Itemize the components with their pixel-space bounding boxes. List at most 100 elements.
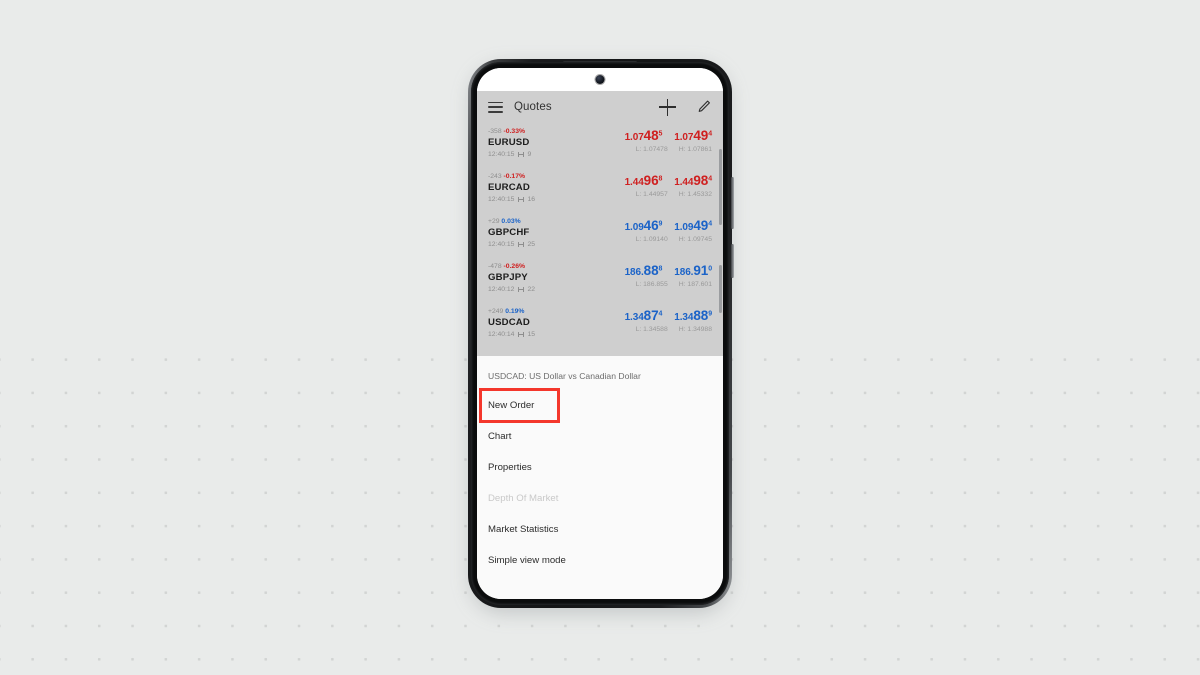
quote-symbol: GBPCHF	[488, 227, 530, 238]
quote-change: -478 -0.26%	[488, 262, 535, 271]
menu-item-new-order[interactable]: New Order	[479, 388, 560, 423]
quotes-scrollbar-lower[interactable]	[719, 265, 722, 313]
quote-change: -358 -0.33%	[488, 127, 531, 136]
quote-meta: 12:40:15 25	[488, 239, 535, 250]
hamburger-menu-icon[interactable]	[488, 101, 503, 113]
front-camera-icon	[595, 75, 605, 84]
quote-right-block: 1.09469 1.09494 L: 1.09140 H: 1.09745	[624, 218, 713, 243]
quote-spread: 25	[527, 241, 536, 248]
context-menu-title: USDCAD: US Dollar vs Canadian Dollar	[488, 371, 641, 381]
quote-row[interactable]: -478 -0.26% GBPJPY 12:40:12 22 186.888 1…	[477, 258, 723, 303]
quote-symbol: USDCAD	[488, 317, 530, 328]
screenshot-canvas: Quotes -358 -0.33% EURUSD 12:40:15 9 1.0…	[0, 0, 1200, 675]
quote-change: -243 -0.17%	[488, 172, 535, 181]
spread-icon	[517, 331, 524, 338]
quote-points: +249	[488, 308, 504, 315]
app-header: Quotes	[477, 91, 723, 123]
context-menu-sheet: USDCAD: US Dollar vs Canadian Dollar New…	[477, 356, 723, 599]
quote-change: +249 0.19%	[488, 307, 535, 316]
quotes-scrollbar[interactable]	[719, 149, 722, 225]
quote-points: +29	[488, 218, 500, 225]
quote-bid: 1.09469	[624, 218, 663, 233]
power-button[interactable]	[730, 177, 734, 229]
quote-time: 12:40:15	[488, 151, 515, 158]
menu-item-simple-view-mode[interactable]: Simple view mode	[477, 545, 723, 576]
quote-row[interactable]: -358 -0.33% EURUSD 12:40:15 9 1.07485 1.…	[477, 123, 723, 168]
quote-symbol: EURCAD	[488, 182, 530, 193]
quote-high: H: 187.601	[678, 281, 712, 288]
quote-points: -358	[488, 128, 502, 135]
phone-device-mockup: Quotes -358 -0.33% EURUSD 12:40:15 9 1.0…	[468, 59, 734, 614]
quotes-list[interactable]: -358 -0.33% EURUSD 12:40:15 9 1.07485 1.…	[477, 123, 723, 373]
quote-high-low: L: 1.44957 H: 1.45332	[625, 191, 712, 198]
volume-button[interactable]	[730, 244, 734, 278]
quote-percent: -0.26%	[503, 263, 526, 270]
quote-time: 12:40:15	[488, 241, 515, 248]
quote-high-low: L: 1.07478 H: 1.07861	[625, 146, 712, 153]
quote-prices: 1.09469 1.09494	[624, 218, 713, 233]
quote-meta: 12:40:14 15	[488, 329, 535, 340]
quote-percent: 0.19%	[505, 308, 525, 315]
quote-left-block: +249 0.19% USDCAD 12:40:14 15	[488, 307, 535, 340]
quote-ask: 1.44984	[674, 173, 712, 188]
menu-item-depth-of-market: Depth Of Market	[488, 493, 559, 504]
quote-right-block: 1.44968 1.44984 L: 1.44957 H: 1.45332	[624, 173, 713, 198]
quote-prices: 1.07485 1.07494	[624, 128, 713, 143]
menu-item-properties[interactable]: Properties	[477, 452, 723, 483]
page-title: Quotes	[514, 101, 552, 113]
quote-prices: 1.44968 1.44984	[624, 173, 713, 188]
quote-bid: 1.44968	[624, 173, 663, 188]
plus-icon[interactable]	[659, 98, 676, 116]
quote-left-block: -243 -0.17% EURCAD 12:40:15 16	[488, 172, 535, 205]
quote-percent: -0.33%	[503, 128, 526, 135]
spread-icon	[517, 241, 524, 248]
quote-left-block: -358 -0.33% EURUSD 12:40:15 9	[488, 127, 531, 160]
quote-high-low: L: 1.09140 H: 1.09745	[625, 236, 712, 243]
quote-row[interactable]: +29 0.03% GBPCHF 12:40:15 25 1.09469 1.0…	[477, 213, 723, 258]
quote-high-low: L: 1.34588 H: 1.34988	[625, 326, 712, 333]
quote-low: L: 1.07478	[635, 146, 668, 153]
quote-prices: 186.888 186.910	[624, 263, 713, 278]
quote-ask: 1.09494	[674, 218, 712, 233]
quote-points: -478	[488, 263, 502, 270]
quote-symbol: EURUSD	[488, 137, 530, 148]
menu-item-chart[interactable]: Chart	[477, 421, 723, 452]
quote-spread: 15	[527, 331, 536, 338]
spread-icon	[517, 286, 524, 293]
spread-icon	[517, 151, 524, 158]
status-bar	[477, 68, 723, 91]
quote-prices: 1.34874 1.34889	[625, 308, 713, 323]
quote-high: H: 1.45332	[678, 191, 712, 198]
quote-time: 12:40:14	[488, 331, 515, 338]
pencil-icon[interactable]	[696, 99, 712, 115]
quote-spread: 16	[527, 196, 536, 203]
quote-meta: 12:40:15 16	[488, 194, 535, 205]
quote-high-low: L: 186.855 H: 187.601	[625, 281, 712, 288]
menu-item-market-statistics[interactable]: Market Statistics	[477, 514, 723, 545]
quote-right-block: 186.888 186.910 L: 186.855 H: 187.601	[624, 263, 713, 288]
quote-time: 12:40:15	[488, 196, 515, 203]
spread-icon	[517, 196, 524, 203]
quote-right-block: 1.07485 1.07494 L: 1.07478 H: 1.07861	[624, 128, 713, 153]
quote-spread: 22	[527, 286, 536, 293]
quote-meta: 12:40:12 22	[488, 284, 535, 295]
quote-high: H: 1.09745	[678, 236, 712, 243]
quote-right-block: 1.34874 1.34889 L: 1.34588 H: 1.34988	[625, 308, 713, 333]
quote-high: H: 1.34988	[678, 326, 712, 333]
quote-bid: 1.07485	[624, 128, 663, 143]
quote-time: 12:40:12	[488, 286, 515, 293]
quote-low: L: 1.44957	[635, 191, 668, 198]
quote-row[interactable]: +249 0.19% USDCAD 12:40:14 15 1.34874 1.…	[477, 303, 723, 348]
quote-ask: 186.910	[674, 263, 712, 278]
quote-low: L: 186.855	[635, 281, 668, 288]
quote-points: -243	[488, 173, 502, 180]
quote-row[interactable]: -243 -0.17% EURCAD 12:40:15 16 1.44968 1…	[477, 168, 723, 213]
quote-meta: 12:40:15 9	[488, 149, 531, 160]
quote-ask: 1.07494	[674, 128, 712, 143]
quote-symbol: GBPJPY	[488, 272, 528, 283]
quote-left-block: +29 0.03% GBPCHF 12:40:15 25	[488, 217, 535, 250]
quote-bid: 186.888	[624, 263, 663, 278]
quote-percent: 0.03%	[501, 218, 521, 225]
quote-low: L: 1.34588	[635, 326, 668, 333]
quote-spread: 9	[527, 151, 532, 158]
